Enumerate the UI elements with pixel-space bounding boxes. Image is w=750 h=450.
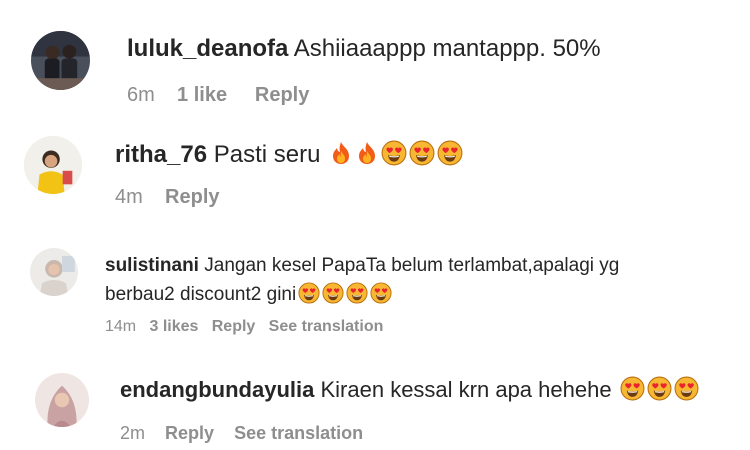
comment-text: Ashiiaaappp mantappp. 50%	[293, 35, 601, 62]
comment-username[interactable]: endangbundayulia	[120, 377, 314, 402]
comment-meta: 4m Reply	[115, 186, 220, 209]
heart-eyes-emoji	[298, 282, 320, 304]
heart-eyes-emoji	[346, 282, 368, 304]
heart-eyes-emoji	[322, 282, 344, 304]
comment-text: Kiraen kessal krn apa hehehe	[320, 377, 612, 402]
comment-username[interactable]: sulistinani	[105, 255, 199, 276]
heart-eyes-emoji	[437, 140, 463, 166]
comment-body: luluk_deanofa Ashiiaaappp mantappp. 50%	[127, 34, 601, 64]
avatar[interactable]	[24, 136, 82, 194]
comment-body: sulistinani Jangan kesel PapaTa belum te…	[105, 254, 619, 307]
comment-username[interactable]: ritha_76	[115, 141, 207, 168]
heart-eyes-emoji	[409, 140, 435, 166]
comment-body: endangbundayulia Kiraen kessal krn apa h…	[120, 376, 699, 404]
comment-meta: 2m Reply See translation	[120, 423, 363, 444]
comment-time: 14m	[105, 318, 137, 335]
comment-body: ritha_76 Pasti seru	[115, 140, 463, 170]
reply-button[interactable]: Reply	[165, 423, 214, 443]
heart-eyes-emoji	[647, 376, 672, 401]
reply-button[interactable]: Reply	[212, 318, 256, 335]
comment-time: 4m	[115, 186, 143, 208]
comment-time: 6m	[127, 84, 155, 106]
comment-text-continued: berbau2 discount2 gini	[105, 283, 297, 305]
avatar[interactable]	[31, 31, 90, 90]
likes-count[interactable]: 3 likes	[149, 318, 198, 335]
avatar[interactable]	[30, 248, 78, 296]
heart-eyes-emoji	[370, 282, 392, 304]
fire-emoji	[329, 140, 353, 166]
reply-button[interactable]: Reply	[165, 186, 219, 208]
fire-emoji	[355, 140, 379, 166]
heart-eyes-emoji	[381, 140, 407, 166]
heart-eyes-emoji	[674, 376, 699, 401]
comment-text: Jangan kesel PapaTa belum terlambat,apal…	[204, 255, 620, 276]
comment-username[interactable]: luluk_deanofa	[127, 35, 288, 62]
heart-eyes-emoji	[620, 376, 645, 401]
comment-meta: 6m 1 like Reply	[127, 84, 309, 107]
comment-text: Pasti seru	[213, 141, 321, 168]
reply-button[interactable]: Reply	[255, 84, 309, 106]
likes-count[interactable]: 1 like	[177, 84, 227, 106]
avatar[interactable]	[35, 373, 89, 427]
comment-meta: 14m 3 likes Reply See translation	[105, 318, 383, 336]
see-translation-button[interactable]: See translation	[269, 318, 384, 335]
comment-time: 2m	[120, 423, 146, 443]
see-translation-button[interactable]: See translation	[234, 423, 363, 443]
